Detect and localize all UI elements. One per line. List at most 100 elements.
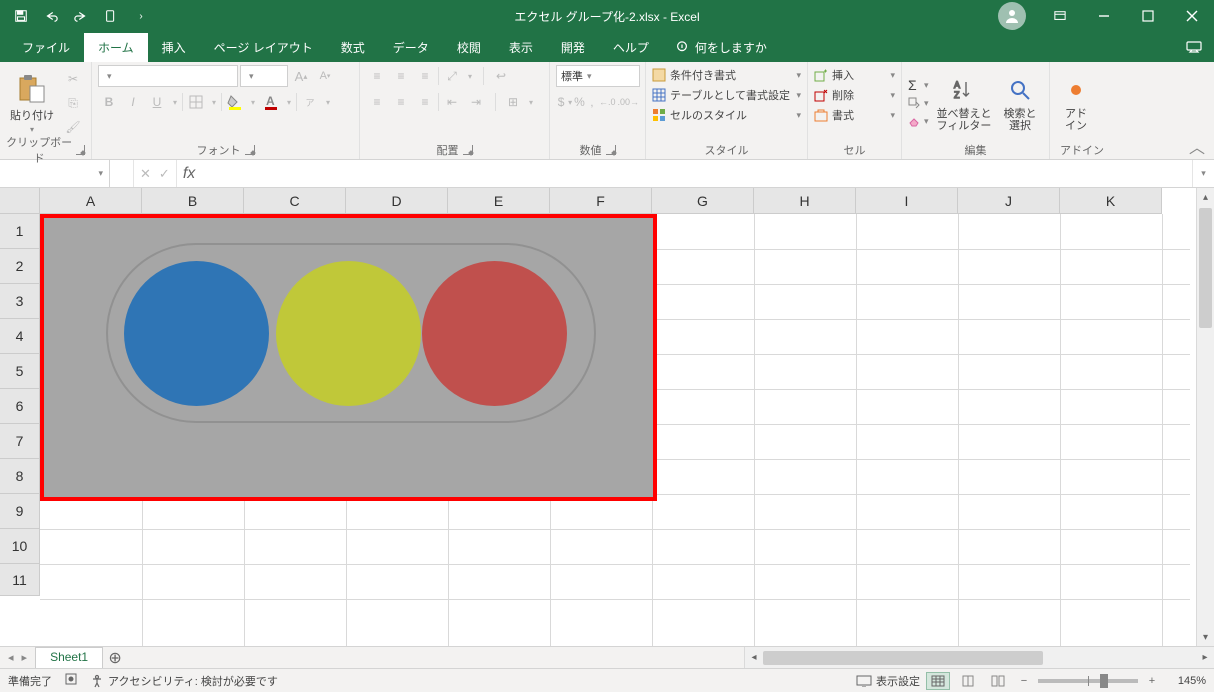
decrease-indent-icon[interactable]: ⇤ — [441, 91, 463, 113]
find-select-button[interactable]: 検索と 選択 — [1000, 72, 1041, 134]
comma-format-icon[interactable]: , — [587, 91, 597, 113]
tab-help[interactable]: ヘルプ — [599, 33, 663, 62]
formula-bar-expand-icon[interactable]: ▾ — [1192, 160, 1214, 187]
share-icon[interactable] — [1180, 36, 1208, 58]
collapse-ribbon-icon[interactable]: ︿ — [1188, 137, 1206, 155]
underline-button[interactable]: U — [146, 91, 168, 113]
paste-button[interactable]: 貼り付け ▾ — [6, 71, 58, 136]
font-color-icon[interactable]: A — [260, 91, 282, 113]
page-break-view-icon[interactable] — [986, 672, 1010, 690]
col-header[interactable]: G — [652, 188, 754, 214]
close-button[interactable] — [1170, 0, 1214, 32]
sort-filter-button[interactable]: AZ 並べ替えと フィルター — [933, 72, 996, 134]
autosum-button[interactable]: Σ▾ — [908, 76, 929, 94]
row-header[interactable]: 5 — [0, 354, 40, 389]
col-header[interactable]: H — [754, 188, 856, 214]
row-header[interactable]: 3 — [0, 284, 40, 319]
conditional-formatting-button[interactable]: 条件付き書式▾ — [652, 65, 801, 85]
alignment-dialog-launcher[interactable] — [463, 145, 473, 155]
row-header[interactable]: 4 — [0, 319, 40, 354]
fx-icon[interactable]: fx — [177, 160, 201, 187]
touch-mode-icon[interactable] — [98, 3, 124, 29]
percent-format-icon[interactable]: % — [574, 91, 585, 113]
format-as-table-button[interactable]: テーブルとして書式設定▾ — [652, 85, 801, 105]
col-header[interactable]: C — [244, 188, 346, 214]
shrink-font-icon[interactable]: A▾ — [314, 65, 336, 87]
zoom-in-button[interactable]: + — [1144, 675, 1160, 687]
normal-view-icon[interactable] — [926, 672, 950, 690]
copy-icon[interactable]: ⎘ — [62, 92, 84, 114]
horizontal-scrollbar[interactable]: ◂ ▸ — [744, 647, 1214, 668]
merge-center-icon[interactable]: ⊞ — [502, 91, 524, 113]
sheet-nav-next-icon[interactable]: ▸ — [22, 651, 28, 664]
cut-icon[interactable]: ✂ — [62, 68, 84, 90]
macro-record-icon[interactable] — [64, 672, 78, 689]
clipboard-dialog-launcher[interactable] — [76, 145, 85, 155]
page-layout-view-icon[interactable] — [956, 672, 980, 690]
number-format-combo[interactable]: 標準▾ — [556, 65, 640, 87]
number-dialog-launcher[interactable] — [606, 145, 616, 155]
font-size-combo[interactable]: ▾ — [240, 65, 288, 87]
qat-customize-icon[interactable]: › — [128, 3, 154, 29]
tab-data[interactable]: データ — [379, 33, 443, 62]
maximize-button[interactable] — [1126, 0, 1170, 32]
borders-icon[interactable] — [185, 91, 207, 113]
ribbon-display-options-icon[interactable] — [1038, 0, 1082, 32]
col-header[interactable]: B — [142, 188, 244, 214]
row-header[interactable]: 9 — [0, 494, 40, 529]
shape-group-highlight[interactable] — [40, 214, 657, 501]
row-header[interactable]: 10 — [0, 529, 40, 564]
orientation-icon[interactable]: ⤢ — [441, 65, 463, 87]
zoom-out-button[interactable]: − — [1016, 675, 1032, 687]
tab-page-layout[interactable]: ページ レイアウト — [200, 33, 327, 62]
user-avatar-icon[interactable] — [998, 2, 1026, 30]
col-header[interactable]: A — [40, 188, 142, 214]
row-header[interactable]: 8 — [0, 459, 40, 494]
formula-enter-icon[interactable]: ✓ — [159, 166, 170, 182]
tab-insert[interactable]: 挿入 — [148, 33, 200, 62]
vscroll-thumb[interactable] — [1199, 208, 1212, 328]
formula-cancel-icon[interactable]: ✕ — [140, 166, 151, 182]
tab-developer[interactable]: 開発 — [547, 33, 599, 62]
redo-icon[interactable] — [68, 3, 94, 29]
tab-formulas[interactable]: 数式 — [327, 33, 379, 62]
phonetic-icon[interactable]: ア — [299, 91, 321, 113]
blue-circle-shape[interactable] — [124, 261, 269, 406]
row-header[interactable]: 11 — [0, 564, 40, 596]
align-bottom-icon[interactable]: ≡ — [414, 65, 436, 87]
sheet-tab[interactable]: Sheet1 — [35, 647, 103, 668]
scroll-right-icon[interactable]: ▸ — [1196, 652, 1214, 663]
grow-font-icon[interactable]: A▴ — [290, 65, 312, 87]
font-name-combo[interactable]: ▾ — [98, 65, 238, 87]
align-middle-icon[interactable]: ≡ — [390, 65, 412, 87]
insert-cells-button[interactable]: 挿入▾ — [814, 65, 895, 85]
row-header[interactable]: 2 — [0, 249, 40, 284]
row-header[interactable]: 6 — [0, 389, 40, 424]
cell-styles-button[interactable]: セルのスタイル▾ — [652, 105, 801, 125]
accessibility-status[interactable]: アクセシビリティ: 検討が必要です — [90, 673, 278, 689]
col-header[interactable]: F — [550, 188, 652, 214]
tab-home[interactable]: ホーム — [84, 33, 148, 62]
delete-cells-button[interactable]: 削除▾ — [814, 85, 895, 105]
addins-button[interactable]: アド イン — [1056, 72, 1096, 134]
tab-view[interactable]: 表示 — [495, 33, 547, 62]
col-header[interactable]: I — [856, 188, 958, 214]
tab-file[interactable]: ファイル — [8, 33, 84, 62]
zoom-level[interactable]: 145% — [1166, 675, 1206, 687]
col-header[interactable]: D — [346, 188, 448, 214]
align-center-icon[interactable]: ≡ — [390, 91, 412, 113]
new-sheet-button[interactable]: ⊕ — [103, 647, 127, 668]
scroll-down-icon[interactable]: ▾ — [1197, 628, 1214, 646]
display-settings-button[interactable]: 表示設定 — [856, 673, 920, 689]
minimize-button[interactable] — [1082, 0, 1126, 32]
col-header[interactable]: J — [958, 188, 1060, 214]
fill-button[interactable]: ▾ — [908, 94, 929, 112]
worksheet-grid[interactable]: A B C D E F G H I J K 1 2 3 4 5 6 7 8 9 … — [0, 188, 1214, 646]
col-header[interactable]: E — [448, 188, 550, 214]
undo-icon[interactable] — [38, 3, 64, 29]
format-cells-button[interactable]: 書式▾ — [814, 105, 895, 125]
italic-button[interactable]: I — [122, 91, 144, 113]
increase-indent-icon[interactable]: ⇥ — [465, 91, 487, 113]
zoom-slider[interactable] — [1038, 679, 1138, 683]
align-right-icon[interactable]: ≡ — [414, 91, 436, 113]
